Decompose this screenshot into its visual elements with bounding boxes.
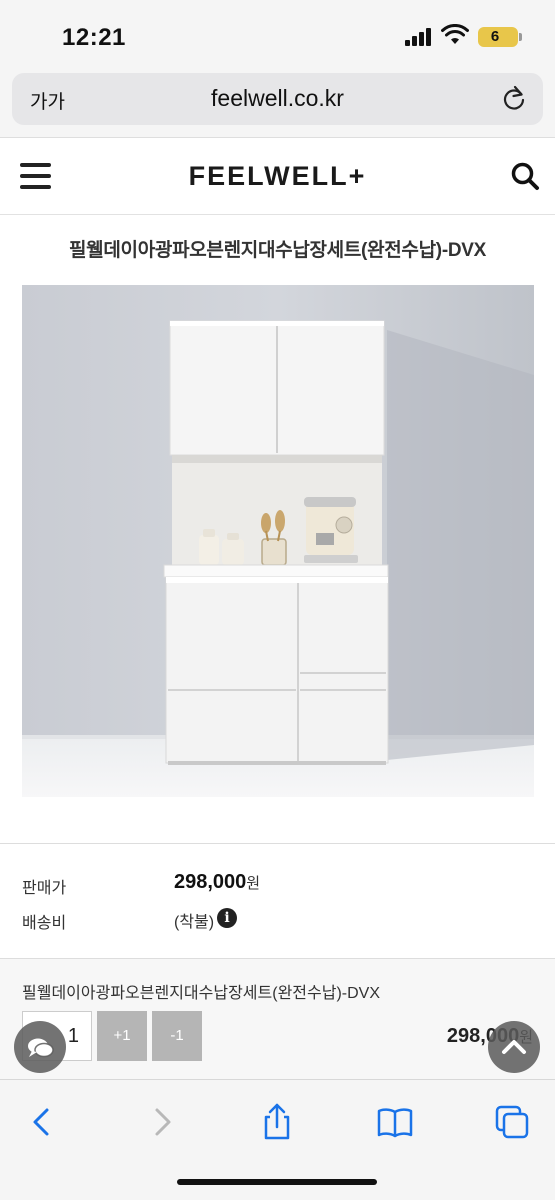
price-label: 판매가 — [22, 880, 67, 897]
battery-icon: 6 — [478, 27, 518, 47]
address-bar[interactable]: 가가 feelwell.co.kr — [12, 73, 543, 125]
shipping-value: (착불) — [174, 914, 215, 931]
selected-option: 필웰데이아광파오븐렌지대수납장세트(완전수납)-DVX 1 +1 -1 298,… — [0, 959, 555, 1079]
chat-button[interactable] — [14, 1021, 66, 1073]
forward-icon[interactable] — [142, 1102, 182, 1142]
quantity-plus-button[interactable]: +1 — [97, 1011, 147, 1061]
quantity-minus-button[interactable]: -1 — [152, 1011, 202, 1061]
option-name: 필웰데이아광파오븐렌지대수납장세트(완전수납)-DVX — [22, 985, 381, 1002]
battery-level: 6 — [490, 28, 500, 45]
tabs-icon[interactable] — [492, 1102, 532, 1142]
bookmarks-icon[interactable] — [375, 1102, 415, 1142]
scroll-to-top-button[interactable] — [488, 1021, 540, 1073]
status-time: 12:21 — [62, 24, 126, 51]
product-image[interactable] — [22, 285, 534, 797]
battery-cap — [519, 33, 522, 41]
price-value: 298,000원 — [174, 871, 260, 894]
site-logo[interactable]: FEELWELL+ — [0, 161, 555, 192]
price-amount: 298,000 — [174, 871, 247, 893]
divider — [0, 843, 555, 844]
cellular-signal-icon — [405, 28, 435, 46]
search-icon[interactable] — [510, 161, 540, 191]
back-icon[interactable] — [22, 1102, 62, 1142]
site-header: FEELWELL+ — [0, 139, 555, 215]
chevron-up-icon — [502, 1040, 526, 1054]
shipping-label: 배송비 — [22, 915, 67, 932]
price-unit: 원 — [246, 875, 261, 892]
reload-icon[interactable] — [501, 85, 527, 113]
wifi-icon — [441, 24, 469, 44]
chat-bubble-icon — [28, 1038, 54, 1058]
share-icon[interactable] — [257, 1102, 297, 1142]
status-bar: 12:21 6 — [0, 0, 555, 70]
info-icon[interactable]: i — [217, 908, 237, 928]
home-indicator — [177, 1179, 377, 1185]
url-text[interactable]: feelwell.co.kr — [12, 85, 543, 112]
browser-address-area: 가가 feelwell.co.kr — [0, 70, 555, 138]
product-title: 필웰데이아광파오븐렌지대수납장세트(완전수납)-DVX — [68, 240, 487, 261]
